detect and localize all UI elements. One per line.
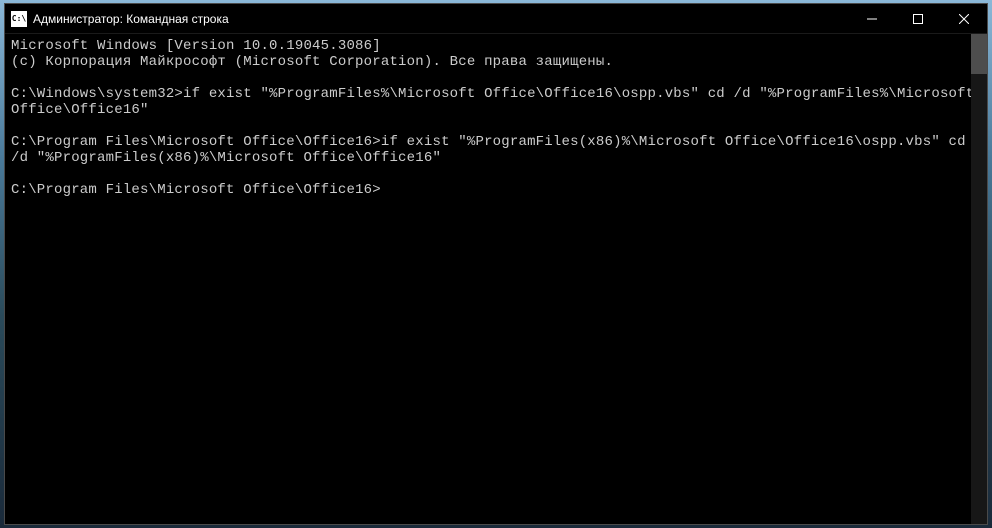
- command-prompt-window: C:\ Администратор: Командная строка: [4, 3, 988, 525]
- prompt-line: C:\Program Files\Microsoft Office\Office…: [11, 182, 381, 198]
- app-icon-text: C:\: [12, 14, 26, 23]
- maximize-icon: [913, 14, 923, 24]
- scrollbar-thumb[interactable]: [971, 34, 987, 74]
- terminal-content: Microsoft Windows [Version 10.0.19045.30…: [11, 38, 981, 198]
- output-line: (c) Корпорация Майкрософт (Microsoft Cor…: [11, 54, 613, 70]
- maximize-button[interactable]: [895, 4, 941, 33]
- scrollbar[interactable]: [971, 34, 987, 524]
- minimize-icon: [867, 14, 877, 24]
- command-line: C:\Windows\system32>if exist "%ProgramFi…: [11, 86, 983, 118]
- output-line: Microsoft Windows [Version 10.0.19045.30…: [11, 38, 381, 54]
- terminal-body[interactable]: Microsoft Windows [Version 10.0.19045.30…: [5, 34, 987, 524]
- titlebar[interactable]: C:\ Администратор: Командная строка: [5, 4, 987, 34]
- close-icon: [959, 14, 969, 24]
- minimize-button[interactable]: [849, 4, 895, 33]
- window-controls: [849, 4, 987, 33]
- window-title: Администратор: Командная строка: [33, 12, 849, 26]
- command-line: C:\Program Files\Microsoft Office\Office…: [11, 134, 974, 166]
- close-button[interactable]: [941, 4, 987, 33]
- app-icon: C:\: [11, 11, 27, 27]
